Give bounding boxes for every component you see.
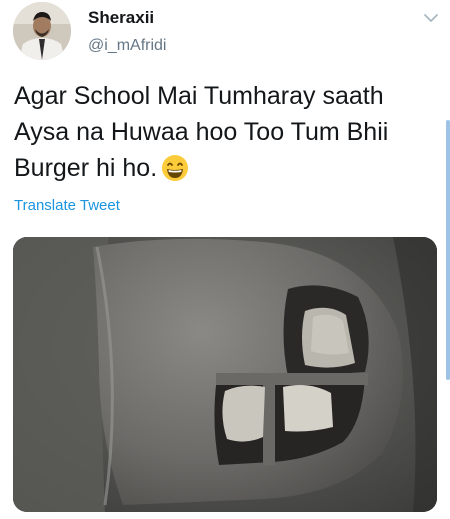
chevron-down-icon[interactable] [420,8,442,28]
shoe-sole-photo [13,237,437,512]
scroll-indicator [446,120,450,380]
translate-tweet-link[interactable]: Translate Tweet [14,196,120,216]
tweet-image[interactable] [13,237,437,512]
tweet-card: Sheraxii @i_mAfridi Agar School Mai Tumh… [0,0,450,519]
tweet-text: Agar School Mai Tumharay saath Aysa na H… [14,78,439,192]
grinning-face-icon [161,154,189,192]
user-handle[interactable]: @i_mAfridi [88,36,166,56]
tweet-text-line: Burger hi ho. [14,150,439,192]
avatar-photo [13,2,71,60]
avatar[interactable] [13,2,71,60]
tweet-text-segment: Burger hi ho. [14,154,158,182]
tweet-text-line: Aysa na Huwaa hoo Too Tum Bhii [14,118,389,146]
tweet-text-line: Agar School Mai Tumharay saath [14,82,384,110]
display-name[interactable]: Sheraxii [88,8,154,28]
